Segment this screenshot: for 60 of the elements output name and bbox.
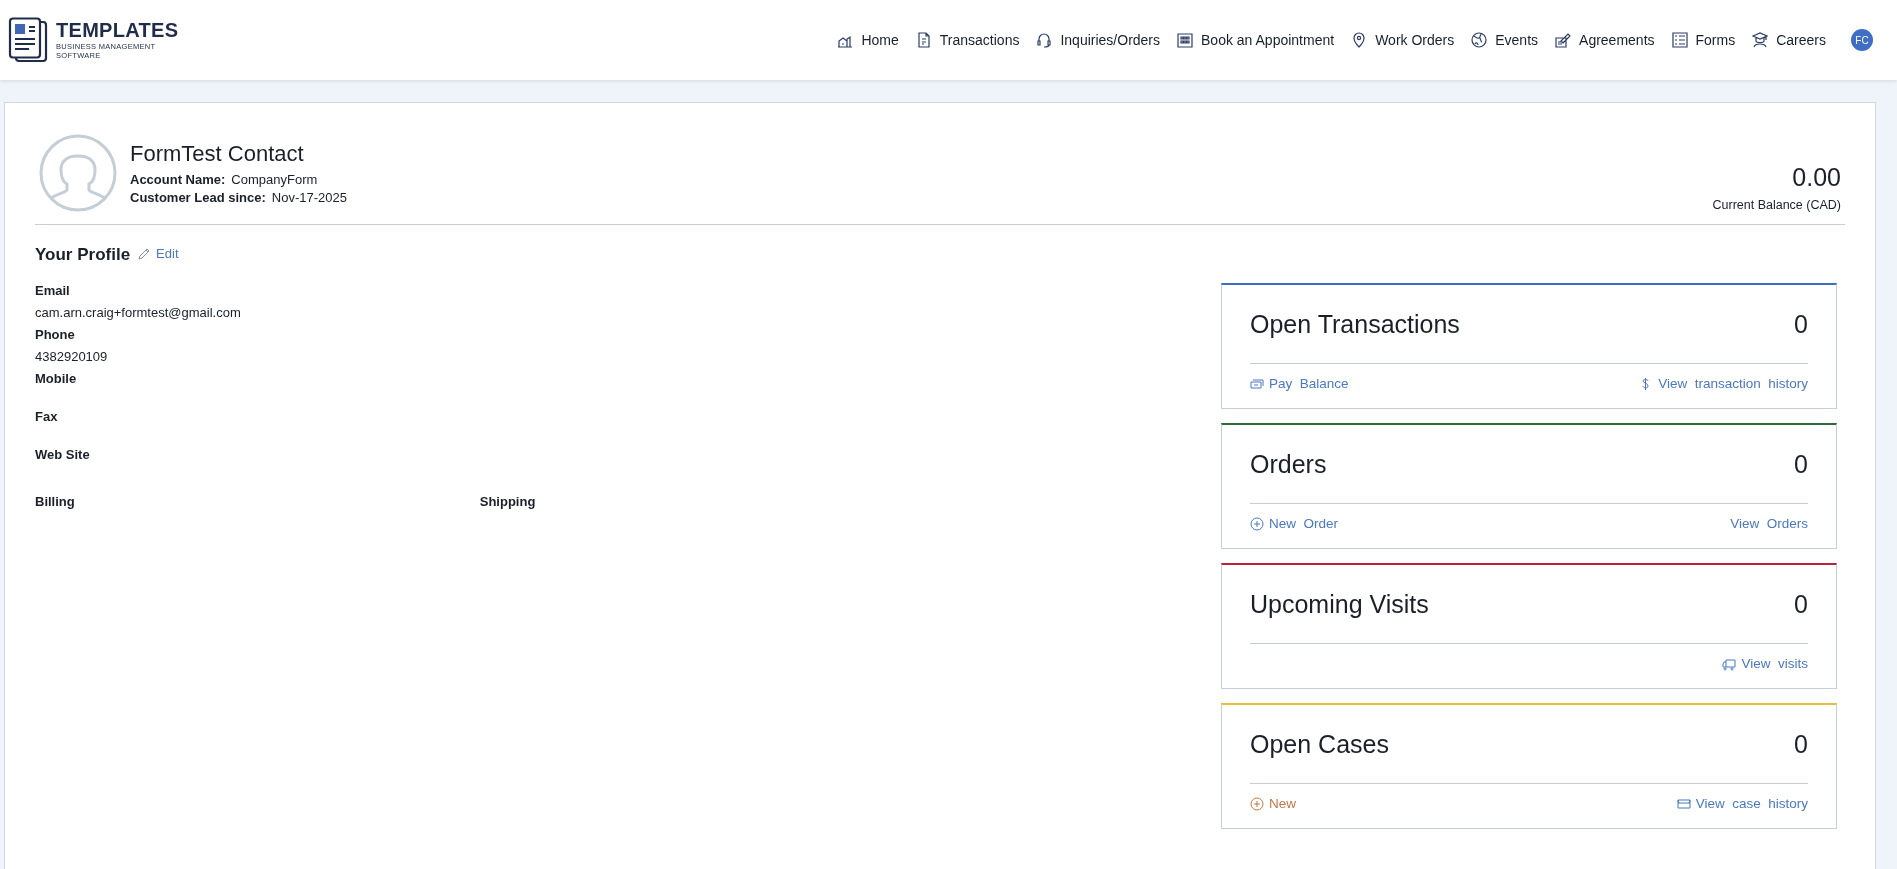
nav-link[interactable]: Inquiries/Orders <box>1036 32 1161 48</box>
card-count: 0 <box>1794 449 1808 479</box>
card-link[interactable]: View case history <box>1676 796 1808 811</box>
card-link[interactable]: View visits <box>1722 656 1808 671</box>
plus-circle-icon <box>1250 516 1264 531</box>
nav-link[interactable]: Careers <box>1752 32 1826 48</box>
card-link[interactable]: View transaction history <box>1639 376 1808 391</box>
card-link[interactable]: Pay Balance <box>1250 376 1349 391</box>
nav-link[interactable]: Events <box>1471 32 1539 48</box>
banknote-icon <box>1250 376 1264 391</box>
nav-link[interactable]: Work Orders <box>1351 32 1455 48</box>
contact-name: FormTest Contact <box>130 141 305 167</box>
field-label: Web Site <box>35 447 91 462</box>
signature-icon <box>1555 32 1572 48</box>
card-count: 0 <box>1794 309 1808 339</box>
field-label: Email <box>35 283 71 298</box>
pencil-icon <box>138 247 152 260</box>
card-title: Open Transactions <box>1250 309 1460 339</box>
balance-amount: 0.00 <box>1791 163 1841 192</box>
brand-name: TEMPLATES <box>56 20 179 40</box>
field-value: 4382920109 <box>35 349 109 364</box>
nav-link[interactable]: Forms <box>1671 32 1736 48</box>
section-title: Your Profile <box>35 245 131 265</box>
edit-link[interactable]: Edit <box>138 246 179 261</box>
person-avatar-icon <box>39 134 117 212</box>
headset-icon <box>1036 32 1053 48</box>
calendar-icon <box>1177 32 1194 48</box>
logo-icon <box>6 17 48 63</box>
nav-link[interactable]: Agreements <box>1555 32 1655 48</box>
card-link[interactable]: New Order <box>1250 516 1339 531</box>
field-label: Phone <box>35 327 76 342</box>
field-label: Account Name: <box>130 172 226 187</box>
card-link[interactable]: View Orders <box>1730 516 1808 531</box>
graduate-icon <box>1752 32 1769 48</box>
nav-link[interactable]: Home <box>837 32 899 48</box>
field-label: Customer Lead since: <box>130 190 266 205</box>
field-value: CompanyForm <box>231 172 318 187</box>
globe-icon <box>1471 32 1488 48</box>
list-icon <box>1671 32 1688 48</box>
card-title: Orders <box>1250 449 1327 479</box>
truck-icon <box>1722 656 1737 671</box>
tray-icon <box>1676 796 1691 811</box>
nav-link[interactable]: Transactions <box>915 32 1020 48</box>
location-pin-icon <box>1351 32 1368 48</box>
field-label: Billing <box>35 494 75 509</box>
card-title: Open Cases <box>1250 729 1389 759</box>
document-icon <box>915 32 932 48</box>
nav-link[interactable]: Book an Appointment <box>1177 32 1335 48</box>
field-label: Shipping <box>479 494 536 509</box>
field-value: cam.arn.craig+formtest@gmail.com <box>35 305 242 320</box>
field-label: Fax <box>35 409 59 424</box>
field-label: Mobile <box>35 371 78 386</box>
user-avatar[interactable]: FC <box>1851 29 1873 51</box>
plus-circle-icon <box>1250 796 1264 811</box>
card-link[interactable]: New <box>1250 796 1296 811</box>
balance-label: Current Balance (CAD) <box>1712 198 1841 212</box>
field-value: Nov-17-2025 <box>271 190 347 205</box>
card-title: Upcoming Visits <box>1250 589 1429 619</box>
card-count: 0 <box>1794 589 1808 619</box>
card-count: 0 <box>1794 729 1808 759</box>
